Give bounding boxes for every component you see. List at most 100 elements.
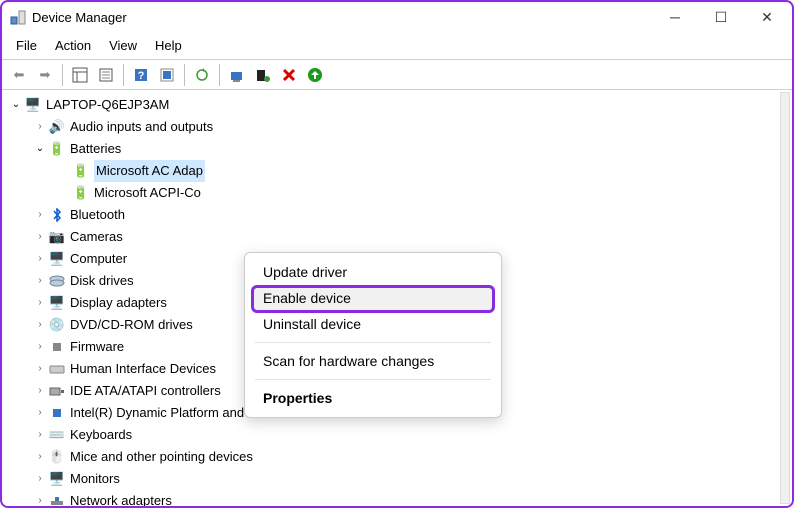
back-icon[interactable]: ⬅ [8, 64, 30, 86]
menu-enable-device[interactable]: Enable device [251, 285, 495, 311]
root-label: LAPTOP-Q6EJP3AM [46, 94, 169, 116]
battery-icon: 🔋 [72, 162, 90, 180]
forward-icon[interactable]: ➡ [34, 64, 56, 86]
chevron-right-icon[interactable]: › [32, 402, 48, 424]
toolbar: ⬅ ➡ ? [2, 60, 792, 90]
update-driver-icon[interactable] [191, 64, 213, 86]
titlebar: Device Manager ─ ☐ ✕ [2, 2, 792, 32]
chevron-right-icon[interactable]: › [32, 446, 48, 468]
close-button[interactable]: ✕ [744, 2, 790, 32]
chevron-right-icon[interactable]: › [32, 226, 48, 248]
scan-changes-icon[interactable] [304, 64, 326, 86]
menu-view[interactable]: View [101, 36, 145, 55]
tree-item-keyboards[interactable]: ›⌨️Keyboards [8, 424, 788, 446]
tree-item-audio[interactable]: ›🔊Audio inputs and outputs [8, 116, 788, 138]
audio-icon: 🔊 [48, 118, 66, 136]
tree-item-bluetooth[interactable]: › Bluetooth [8, 204, 788, 226]
dvd-icon: 💿 [48, 316, 66, 334]
keyboard-icon: ⌨️ [48, 426, 66, 444]
menu-uninstall-device[interactable]: Uninstall device [245, 311, 501, 337]
properties-icon[interactable] [95, 64, 117, 86]
label: Cameras [70, 226, 123, 248]
label: Mice and other pointing devices [70, 446, 253, 468]
tree-root[interactable]: ⌄🖥️LAPTOP-Q6EJP3AM [8, 94, 788, 116]
chevron-down-icon[interactable]: ⌄ [32, 138, 48, 160]
battery-icon: 🔋 [48, 140, 66, 158]
firmware-icon [48, 338, 66, 356]
separator [62, 64, 63, 86]
label: Monitors [70, 468, 120, 490]
scrollbar[interactable] [780, 92, 790, 504]
separator [184, 64, 185, 86]
chevron-right-icon[interactable]: › [32, 314, 48, 336]
mouse-icon: 🖱️ [48, 448, 66, 466]
menu-file[interactable]: File [8, 36, 45, 55]
disk-icon [48, 272, 66, 290]
tree-item-ac-adapter[interactable]: 🔋Microsoft AC Adap [8, 160, 788, 182]
chevron-right-icon[interactable]: › [32, 468, 48, 490]
hid-icon [48, 360, 66, 378]
chevron-right-icon[interactable]: › [32, 358, 48, 380]
label: Keyboards [70, 424, 132, 446]
label: Bluetooth [70, 204, 125, 226]
menu-help[interactable]: Help [147, 36, 190, 55]
disable-device-icon[interactable] [252, 64, 274, 86]
separator [255, 342, 491, 343]
tree-item-network[interactable]: › Network adapters [8, 490, 788, 506]
content-area: ⌄🖥️LAPTOP-Q6EJP3AM ›🔊Audio inputs and ou… [2, 90, 792, 506]
menu-scan-changes[interactable]: Scan for hardware changes [245, 348, 501, 374]
uninstall-device-icon[interactable] [278, 64, 300, 86]
computer-icon: 🖥️ [48, 250, 66, 268]
label: DVD/CD-ROM drives [70, 314, 193, 336]
minimize-button[interactable]: ─ [652, 2, 698, 32]
label: Disk drives [70, 270, 134, 292]
chevron-right-icon[interactable]: › [32, 490, 48, 506]
tree-item-acpi[interactable]: 🔋Microsoft ACPI-Co [8, 182, 788, 204]
context-menu: Update driver Enable device Uninstall de… [244, 252, 502, 418]
monitor-icon: 🖥️ [48, 470, 66, 488]
chevron-right-icon[interactable]: › [32, 424, 48, 446]
menu-action[interactable]: Action [47, 36, 99, 55]
menu-update-driver[interactable]: Update driver [245, 259, 501, 285]
svg-text:?: ? [138, 70, 145, 82]
enable-device-icon[interactable] [226, 64, 248, 86]
scan-icon[interactable] [156, 64, 178, 86]
menu-properties[interactable]: Properties [245, 385, 501, 411]
label: Display adapters [70, 292, 167, 314]
label: Computer [70, 248, 127, 270]
tree-item-monitors[interactable]: ›🖥️Monitors [8, 468, 788, 490]
maximize-button[interactable]: ☐ [698, 2, 744, 32]
tree-item-cameras[interactable]: ›📷Cameras [8, 226, 788, 248]
chevron-right-icon[interactable]: › [32, 336, 48, 358]
label: IDE ATA/ATAPI controllers [70, 380, 221, 402]
computer-icon: 🖥️ [24, 96, 42, 114]
bluetooth-icon [48, 206, 66, 224]
chip-icon [48, 404, 66, 422]
menubar: File Action View Help [2, 32, 792, 60]
label: Batteries [70, 138, 121, 160]
tree-item-mice[interactable]: ›🖱️Mice and other pointing devices [8, 446, 788, 468]
label: Network adapters [70, 490, 172, 506]
network-icon [48, 492, 66, 506]
label: Microsoft ACPI-Co [94, 182, 201, 204]
label: Microsoft AC Adap [94, 160, 205, 182]
chevron-right-icon[interactable]: › [32, 116, 48, 138]
camera-icon: 📷 [48, 228, 66, 246]
app-icon [10, 9, 26, 25]
ide-icon [48, 382, 66, 400]
chevron-right-icon[interactable]: › [32, 204, 48, 226]
chevron-right-icon[interactable]: › [32, 380, 48, 402]
separator [255, 379, 491, 380]
separator [219, 64, 220, 86]
chevron-right-icon[interactable]: › [32, 248, 48, 270]
separator [123, 64, 124, 86]
show-hide-tree-icon[interactable] [69, 64, 91, 86]
chevron-right-icon[interactable]: › [32, 270, 48, 292]
help-icon[interactable]: ? [130, 64, 152, 86]
label: Firmware [70, 336, 124, 358]
chevron-down-icon[interactable]: ⌄ [8, 94, 24, 116]
display-icon: 🖥️ [48, 294, 66, 312]
chevron-right-icon[interactable]: › [32, 292, 48, 314]
label: Audio inputs and outputs [70, 116, 213, 138]
tree-item-batteries[interactable]: ⌄🔋Batteries [8, 138, 788, 160]
